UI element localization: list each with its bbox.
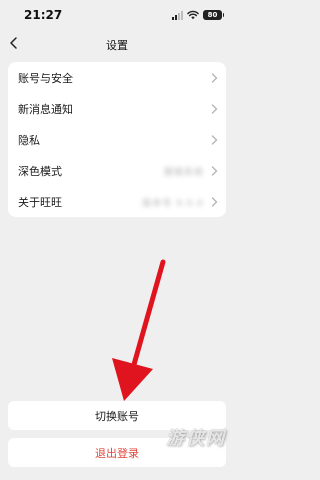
signal-icon bbox=[172, 10, 183, 20]
status-bar: 21:27 80 bbox=[0, 0, 234, 30]
menu-item-label: 关于旺旺 bbox=[18, 195, 62, 209]
watermark: 游侠网 bbox=[166, 428, 226, 449]
menu-item-value: 版本号 9.0.0 bbox=[142, 198, 204, 209]
wifi-icon bbox=[187, 10, 199, 20]
chevron-right-icon bbox=[211, 103, 218, 114]
menu-item-label: 深色模式 bbox=[18, 164, 62, 178]
settings-menu: 账号与安全 新消息通知 隐私 深色模式 跟随系统 关于旺旺 版本号 9.0.0 bbox=[8, 62, 226, 217]
menu-item-privacy[interactable]: 隐私 bbox=[8, 124, 226, 155]
chevron-right-icon bbox=[211, 196, 218, 207]
menu-item-label: 账号与安全 bbox=[18, 71, 73, 85]
menu-item-account-security[interactable]: 账号与安全 bbox=[8, 62, 226, 93]
status-icons: 80 bbox=[172, 9, 224, 21]
status-time: 21:27 bbox=[24, 8, 63, 22]
chevron-right-icon bbox=[211, 134, 218, 145]
menu-item-label: 新消息通知 bbox=[18, 102, 73, 116]
menu-item-notifications[interactable]: 新消息通知 bbox=[8, 93, 226, 124]
nav-bar: 设置 bbox=[0, 30, 234, 58]
menu-item-label: 隐私 bbox=[18, 133, 40, 147]
battery-icon: 80 bbox=[203, 10, 224, 20]
chevron-right-icon bbox=[211, 165, 218, 176]
page-title: 设置 bbox=[106, 39, 128, 52]
menu-item-value: 跟随系统 bbox=[163, 167, 204, 178]
chevron-right-icon bbox=[211, 72, 218, 83]
menu-item-about[interactable]: 关于旺旺 版本号 9.0.0 bbox=[8, 186, 226, 217]
menu-item-dark-mode[interactable]: 深色模式 跟随系统 bbox=[8, 155, 226, 186]
